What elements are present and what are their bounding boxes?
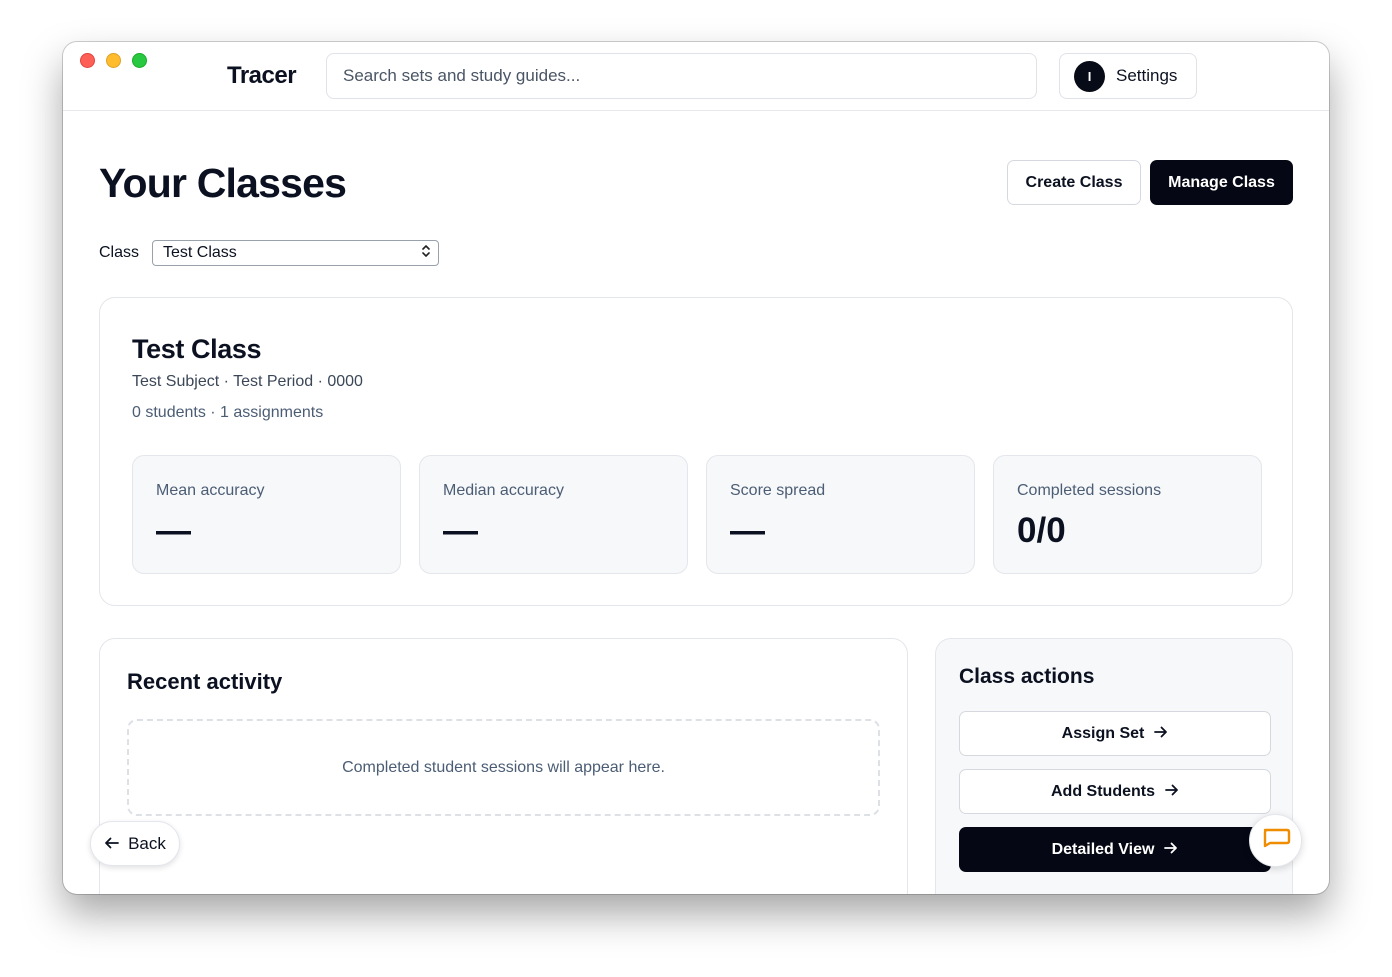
stat-value: —	[443, 511, 478, 550]
chevron-updown-icon	[421, 244, 431, 260]
back-label: Back	[128, 833, 166, 853]
chat-bubble-icon	[1261, 828, 1291, 853]
stat-score-spread: Score spread —	[706, 455, 975, 574]
detailed-view-button[interactable]: Detailed View	[959, 827, 1271, 872]
class-counts: 0 students · 1 assignments	[132, 404, 324, 421]
stat-value: 0/0	[1017, 511, 1066, 550]
class-name: Test Class	[132, 334, 262, 364]
recent-activity-title: Recent activity	[127, 669, 283, 694]
settings-button[interactable]: I Settings	[1059, 53, 1197, 99]
stat-value: —	[156, 511, 191, 550]
detailed-view-label: Detailed View	[1051, 840, 1155, 858]
stat-completed-sessions: Completed sessions 0/0	[993, 455, 1262, 574]
back-button[interactable]: Back	[90, 821, 180, 866]
add-students-button[interactable]: Add Students	[959, 769, 1271, 814]
class-meta: Test Subject · Test Period · 0000	[132, 373, 363, 390]
top-bar: Tracer I Settings	[63, 42, 1329, 111]
class-actions-title: Class actions	[959, 665, 1095, 688]
stat-value: —	[730, 511, 765, 550]
activity-empty-state: Completed student sessions will appear h…	[127, 719, 880, 816]
arrow-right-icon	[1165, 784, 1179, 800]
arrow-right-icon	[1154, 726, 1168, 742]
recent-activity-card: Recent activity Completed student sessio…	[99, 638, 908, 894]
avatar: I	[1074, 60, 1105, 92]
stat-label: Completed sessions	[1017, 482, 1162, 499]
arrow-right-icon	[1164, 842, 1178, 858]
create-class-button[interactable]: Create Class	[1007, 160, 1141, 205]
stat-median-accuracy: Median accuracy —	[419, 455, 688, 574]
add-students-label: Add Students	[1051, 782, 1155, 800]
class-select-value: Test Class	[163, 244, 237, 261]
class-summary-card: Test Class Test Subject · Test Period · …	[99, 297, 1293, 606]
arrow-left-icon	[104, 834, 119, 854]
settings-label: Settings	[1116, 66, 1178, 85]
app-logo[interactable]: Tracer	[227, 62, 297, 90]
chat-button[interactable]	[1249, 814, 1302, 867]
manage-class-button[interactable]: Manage Class	[1150, 160, 1293, 205]
page-title: Your Classes	[99, 160, 347, 206]
stat-label: Median accuracy	[443, 482, 564, 499]
app-window: Tracer I Settings Your Classes Create Cl…	[63, 42, 1329, 894]
stat-label: Mean accuracy	[156, 482, 265, 499]
stat-label: Score spread	[730, 482, 826, 499]
assign-set-button[interactable]: Assign Set	[959, 711, 1271, 756]
class-select[interactable]: Test Class	[152, 240, 439, 266]
class-actions-card: Class actions Assign Set Add Students De…	[935, 638, 1293, 894]
stat-mean-accuracy: Mean accuracy —	[132, 455, 401, 574]
search-input[interactable]	[326, 53, 1037, 99]
class-select-label: Class	[99, 244, 140, 261]
assign-set-label: Assign Set	[1061, 724, 1145, 742]
